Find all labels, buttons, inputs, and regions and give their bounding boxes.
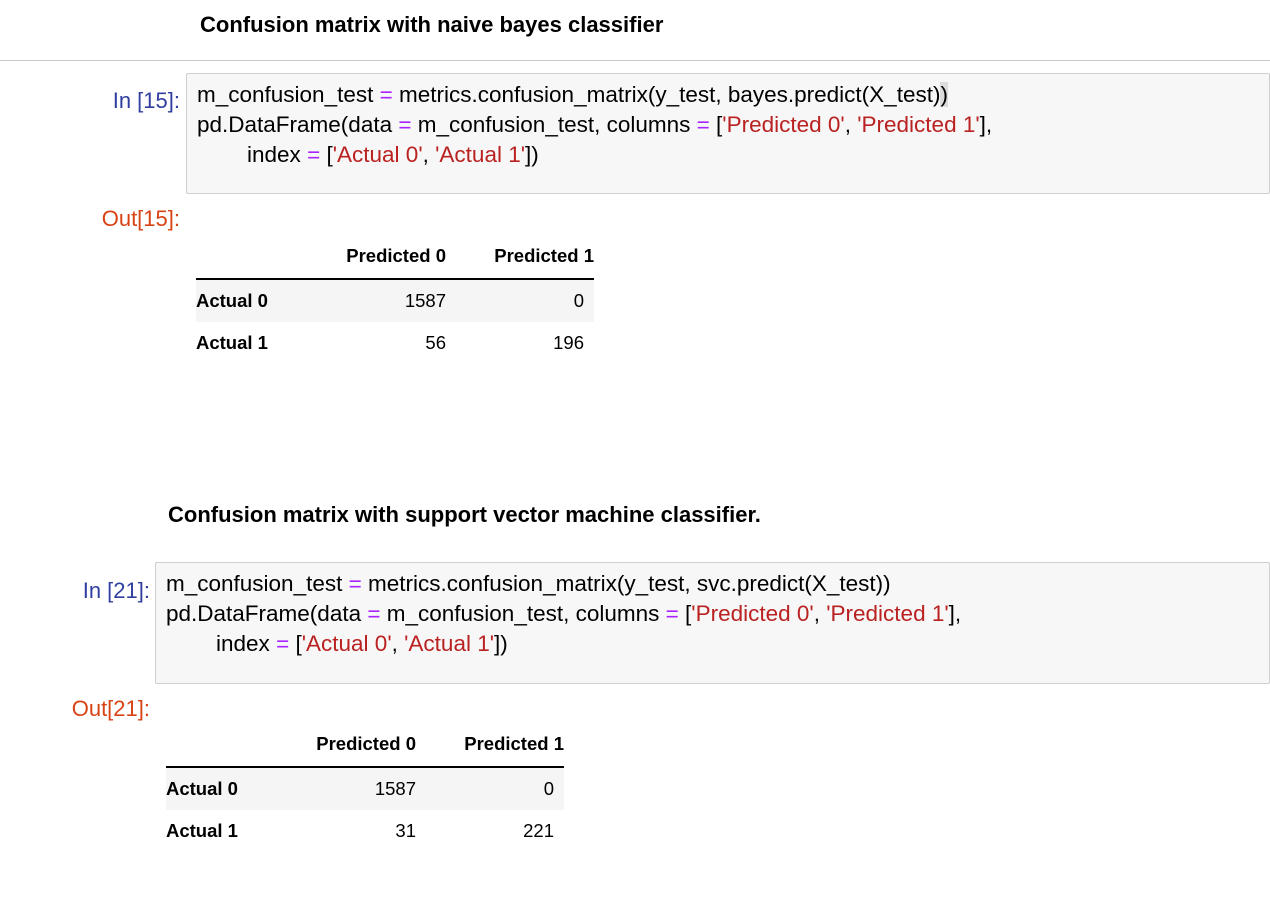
table-cell: 221 [523, 820, 554, 841]
in-prompt-21: In [21]: [82, 578, 150, 603]
code-token: [ [320, 142, 333, 167]
markdown-heading-bayes: Confusion matrix with naive bayes classi… [200, 12, 664, 37]
code-operator: = [398, 112, 412, 137]
column-header: Predicted 1 [446, 234, 594, 280]
code-cell-svm[interactable]: m_confusion_test = metrics.confusion_mat… [155, 562, 1270, 684]
code-line: index = ['Actual 0', 'Actual 1']) [197, 140, 1269, 170]
code-line: pd.DataFrame(data = m_confusion_test, co… [166, 599, 1269, 629]
code-operator: = [348, 571, 362, 596]
corner-header [166, 722, 274, 768]
code-operator: = [696, 112, 710, 137]
code-operator: = [367, 601, 381, 626]
code-token: ]) [525, 142, 539, 167]
code-token: [ [709, 112, 723, 137]
out-prompt-21: Out[21]: [71, 696, 150, 721]
table-cell: 0 [543, 778, 554, 799]
dataframe-output-bayes: Predicted 0 Predicted 1 Actual 0 1587 0 … [196, 234, 594, 364]
row-index: Actual 0 [166, 778, 238, 799]
table-header-row: Predicted 0 Predicted 1 [166, 722, 564, 768]
code-operator: = [665, 601, 679, 626]
in-prompt-15: In [15]: [112, 88, 180, 113]
code-token: index [197, 142, 308, 167]
table-row: Actual 0 1587 0 [166, 767, 564, 810]
row-index: Actual 1 [166, 820, 238, 841]
table-header-row: Predicted 0 Predicted 1 [196, 234, 594, 280]
code-operator: = [276, 631, 290, 656]
markdown-heading-svm: Confusion matrix with support vector mac… [168, 502, 761, 527]
code-token: ], [948, 601, 962, 626]
code-token: , [844, 112, 858, 137]
table-cell: 31 [395, 820, 416, 841]
code-token: ]) [494, 631, 508, 656]
table-row: Actual 0 1587 0 [196, 279, 594, 322]
code-line: index = ['Actual 0', 'Actual 1']) [166, 629, 1269, 659]
row-index: Actual 0 [196, 290, 268, 311]
table-cell: 1587 [374, 778, 416, 799]
table-cell: 0 [573, 290, 584, 311]
code-editor[interactable]: m_confusion_test = metrics.confusion_mat… [197, 80, 1269, 170]
cell-divider [0, 60, 1270, 61]
code-token: pd.DataFrame(data [166, 601, 368, 626]
corner-header [196, 234, 304, 280]
column-header: Predicted 0 [274, 722, 416, 768]
code-line: pd.DataFrame(data = m_confusion_test, co… [197, 110, 1269, 140]
table-row: Actual 1 31 221 [166, 810, 564, 852]
code-operator: = [379, 82, 393, 107]
code-string: 'Actual 0' [301, 631, 392, 656]
code-string: 'Predicted 0' [722, 112, 845, 137]
code-token: m_confusion_test, columns [411, 112, 697, 137]
code-token: ], [979, 112, 993, 137]
code-string: 'Actual 1' [404, 631, 495, 656]
code-line: m_confusion_test = metrics.confusion_mat… [166, 569, 1269, 599]
code-token: index [166, 631, 277, 656]
code-token: pd.DataFrame(data [197, 112, 399, 137]
table-cell: 196 [553, 332, 584, 353]
code-token: , [391, 631, 405, 656]
code-token: metrics.confusion_matrix(y_test, svc.pre… [361, 571, 891, 596]
code-token: m_confusion_test, columns [380, 601, 666, 626]
code-token: m_confusion_test [166, 571, 349, 596]
code-token: m_confusion_test [197, 82, 380, 107]
table-cell: 1587 [404, 290, 446, 311]
code-string: 'Predicted 0' [691, 601, 814, 626]
code-token: ) [940, 82, 948, 107]
column-header: Predicted 1 [416, 722, 564, 768]
table-cell: 56 [425, 332, 446, 353]
code-line: m_confusion_test = metrics.confusion_mat… [197, 80, 1269, 110]
code-string: 'Predicted 1' [857, 112, 980, 137]
code-token: metrics.confusion_matrix(y_test, bayes.p… [392, 82, 941, 107]
row-index: Actual 1 [196, 332, 268, 353]
code-string: 'Predicted 1' [826, 601, 949, 626]
out-prompt-15: Out[15]: [101, 206, 180, 231]
code-token: , [422, 142, 436, 167]
code-operator: = [307, 142, 321, 167]
code-editor[interactable]: m_confusion_test = metrics.confusion_mat… [166, 569, 1269, 659]
code-string: 'Actual 0' [332, 142, 423, 167]
code-string: 'Actual 1' [435, 142, 526, 167]
dataframe-output-svm: Predicted 0 Predicted 1 Actual 0 1587 0 … [166, 722, 564, 852]
code-cell-bayes[interactable]: m_confusion_test = metrics.confusion_mat… [186, 73, 1270, 194]
column-header: Predicted 0 [304, 234, 446, 280]
table-row: Actual 1 56 196 [196, 322, 594, 364]
code-token: , [813, 601, 827, 626]
code-token: [ [289, 631, 302, 656]
code-token: [ [678, 601, 692, 626]
